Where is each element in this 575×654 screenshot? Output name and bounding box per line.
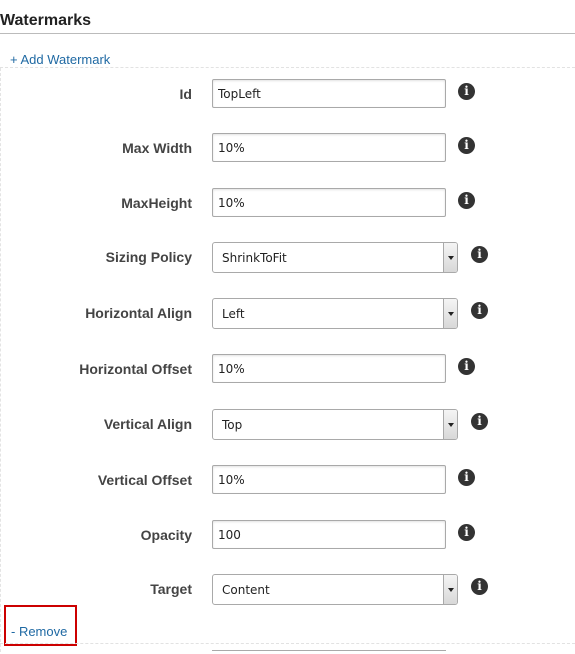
field-row-vertical-align: Vertical Align Top i xyxy=(0,409,575,440)
max-height-label: MaxHeight xyxy=(121,195,192,211)
sizing-policy-label: Sizing Policy xyxy=(105,249,192,265)
id-input[interactable] xyxy=(212,79,446,108)
remove-watermark-link[interactable]: - Remove xyxy=(11,624,67,639)
max-height-input[interactable] xyxy=(212,188,446,217)
chevron-down-icon[interactable] xyxy=(443,575,457,604)
horizontal-offset-label: Horizontal Offset xyxy=(79,361,192,377)
target-value: Content xyxy=(222,583,270,597)
info-icon[interactable]: i xyxy=(471,302,488,319)
info-icon[interactable]: i xyxy=(458,358,475,375)
chevron-down-icon[interactable] xyxy=(443,410,457,439)
sizing-policy-select[interactable]: ShrinkToFit xyxy=(212,242,458,273)
horizontal-align-value: Left xyxy=(222,307,245,321)
field-row-max-height: MaxHeight i xyxy=(0,188,575,218)
target-label: Target xyxy=(150,581,192,597)
info-icon[interactable]: i xyxy=(458,469,475,486)
horizontal-offset-input[interactable] xyxy=(212,354,446,383)
vertical-align-label: Vertical Align xyxy=(103,416,192,432)
info-icon[interactable]: i xyxy=(458,83,475,100)
target-select[interactable]: Content xyxy=(212,574,458,605)
field-row-vertical-offset: Vertical Offset i xyxy=(0,465,575,495)
info-icon[interactable]: i xyxy=(471,413,488,430)
info-icon[interactable]: i xyxy=(471,578,488,595)
chevron-down-icon[interactable] xyxy=(443,243,457,272)
max-width-label: Max Width xyxy=(122,140,192,156)
remove-divider xyxy=(0,643,575,644)
info-icon[interactable]: i xyxy=(458,137,475,154)
section-title: Watermarks xyxy=(0,12,92,29)
field-row-id: Id i xyxy=(0,79,575,109)
max-width-input[interactable] xyxy=(212,133,446,162)
field-row-max-width: Max Width i xyxy=(0,133,575,163)
vertical-align-value: Top xyxy=(222,418,243,432)
opacity-label: Opacity xyxy=(140,527,192,543)
field-row-sizing-policy: Sizing Policy ShrinkToFit i xyxy=(0,242,575,273)
vertical-offset-input[interactable] xyxy=(212,465,446,494)
horizontal-align-label: Horizontal Align xyxy=(85,305,192,321)
field-row-horizontal-align: Horizontal Align Left i xyxy=(0,298,575,329)
chevron-down-icon[interactable] xyxy=(443,299,457,328)
vertical-align-select[interactable]: Top xyxy=(212,409,458,440)
horizontal-align-select[interactable]: Left xyxy=(212,298,458,329)
section-divider xyxy=(0,33,575,34)
id-label: Id xyxy=(179,86,192,102)
vertical-offset-label: Vertical Offset xyxy=(97,472,192,488)
add-divider xyxy=(0,67,575,68)
info-icon[interactable]: i xyxy=(471,246,488,263)
sizing-policy-value: ShrinkToFit xyxy=(222,251,287,265)
field-row-opacity: Opacity i xyxy=(0,520,575,550)
opacity-input[interactable] xyxy=(212,520,446,549)
field-row-target: Target Content i xyxy=(0,574,575,605)
next-field-input[interactable] xyxy=(212,650,446,654)
info-icon[interactable]: i xyxy=(458,524,475,541)
field-row-horizontal-offset: Horizontal Offset i xyxy=(0,354,575,384)
info-icon[interactable]: i xyxy=(458,192,475,209)
add-watermark-link[interactable]: + Add Watermark xyxy=(10,52,110,67)
